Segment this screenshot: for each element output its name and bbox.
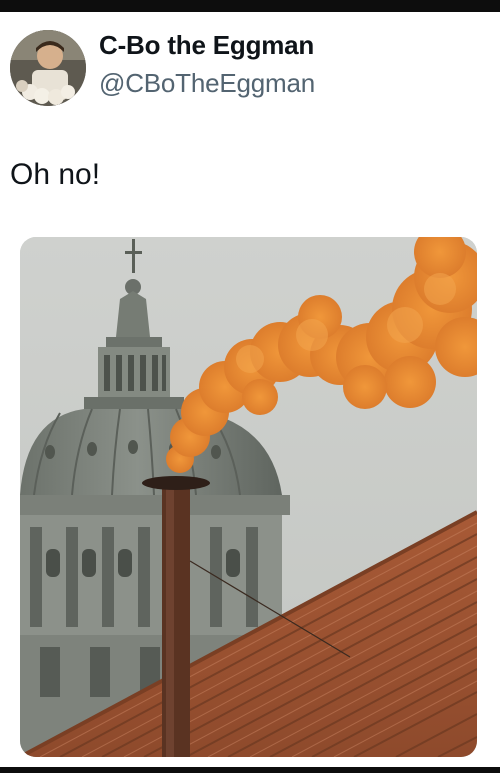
status-bar-top	[0, 0, 500, 12]
author-name[interactable]: C-Bo the Eggman	[99, 30, 314, 61]
status-bar-bottom	[0, 767, 500, 773]
tweet-text: Oh no!	[10, 158, 101, 191]
tweet-media-image[interactable]	[20, 237, 477, 757]
author-handle[interactable]: @CBoTheEggman	[99, 68, 315, 99]
avatar[interactable]	[10, 30, 86, 106]
